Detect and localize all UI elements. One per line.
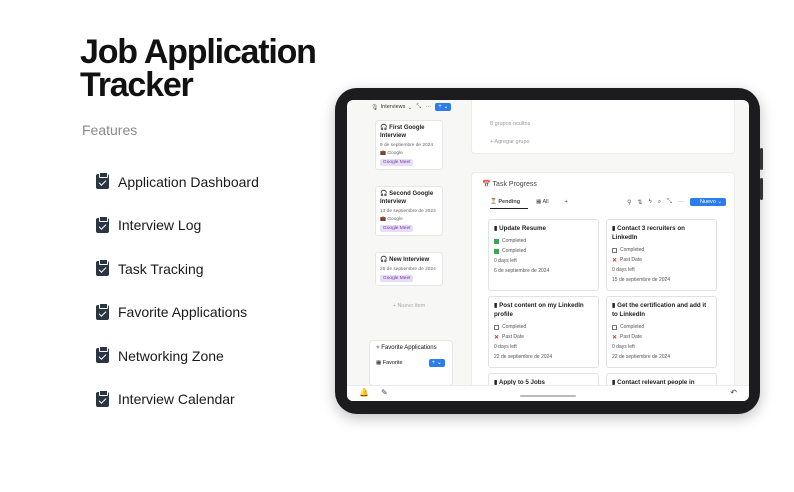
tablet-frame: 🎙 Interviews ⌄ ⤡ ··· + ⌄ 🎧 First Google … bbox=[335, 88, 763, 414]
tab-all[interactable]: ▦ All bbox=[536, 199, 557, 209]
document-icon: ▮ bbox=[494, 225, 498, 232]
volume-button bbox=[760, 178, 763, 200]
task-card[interactable]: ▮ Get the certification and add it to Li… bbox=[606, 296, 717, 368]
new-item-button[interactable]: + Nuevo item bbox=[375, 298, 443, 314]
features-heading: Features bbox=[82, 122, 138, 138]
expand-icon[interactable]: ⤡ bbox=[416, 104, 421, 111]
card-title: Second Google Interview bbox=[380, 191, 434, 205]
headphones-icon: 🎧 bbox=[380, 257, 388, 263]
task-card[interactable]: ▮ Contact 3 recruiters on LinkedIn Compl… bbox=[606, 219, 717, 291]
app-screen: 🎙 Interviews ⌄ ⤡ ··· + ⌄ 🎧 First Google … bbox=[347, 100, 749, 401]
feature-label: Favorite Applications bbox=[118, 304, 248, 321]
microphone-icon: 🎙 bbox=[371, 104, 379, 111]
headphones-icon: 🎧 bbox=[380, 125, 388, 131]
feature-item: Application Dashboard bbox=[96, 160, 259, 204]
add-group-button[interactable]: + Agregar grupo bbox=[490, 139, 530, 145]
card-date: 9 de septiembre de 2024 bbox=[380, 143, 434, 148]
meeting-tag: Google Meet bbox=[380, 225, 414, 232]
bell-icon[interactable]: 🔔 bbox=[359, 388, 369, 397]
interview-card[interactable]: 🎧 New Interview 25 de septiembre de 2024… bbox=[375, 252, 443, 286]
briefcase-icon: 💼 bbox=[380, 151, 386, 156]
tab-pending[interactable]: ⏳ Pending bbox=[490, 199, 529, 209]
favorite-view-label[interactable]: Favorite bbox=[383, 360, 403, 366]
clipboard-check-icon bbox=[96, 389, 109, 407]
meeting-tag: Google Meet bbox=[380, 275, 414, 282]
document-icon: ▮ bbox=[612, 302, 616, 309]
feature-item: Interview Log bbox=[96, 204, 259, 248]
chevron-down-icon[interactable]: ⌄ bbox=[407, 104, 412, 111]
interview-card[interactable]: 🎧 Second Google Interview 13 de septiemb… bbox=[375, 186, 443, 236]
expand-icon[interactable]: ⤡ bbox=[667, 199, 672, 206]
card-date: 13 de septiembre de 2024 bbox=[380, 209, 436, 214]
checkbox[interactable] bbox=[494, 248, 499, 254]
x-mark-icon: ✕ bbox=[612, 257, 618, 264]
card-company: Google bbox=[387, 151, 403, 156]
card-company: Google bbox=[387, 217, 403, 222]
calendar-icon: 📅 bbox=[482, 181, 491, 188]
more-icon[interactable]: ··· bbox=[425, 104, 431, 110]
edit-icon[interactable]: ✎ bbox=[381, 388, 388, 397]
more-icon[interactable]: ··· bbox=[678, 199, 684, 205]
add-button[interactable]: + ⌄ bbox=[428, 359, 445, 367]
lightning-icon[interactable]: ϟ bbox=[649, 199, 652, 205]
add-view-icon[interactable]: + bbox=[565, 199, 568, 209]
table-icon: ▦ bbox=[376, 360, 382, 366]
sort-icon[interactable]: ⇅ bbox=[638, 199, 643, 206]
feature-item: Interview Calendar bbox=[96, 378, 259, 422]
clipboard-check-icon bbox=[96, 259, 109, 277]
new-task-button[interactable]: Nuevo ⌄ bbox=[689, 198, 726, 206]
feature-label: Interview Calendar bbox=[118, 391, 235, 408]
heart-icon: ♥ bbox=[376, 345, 380, 351]
feature-item: Task Tracking bbox=[96, 247, 259, 291]
home-indicator bbox=[520, 395, 576, 397]
feature-label: Networking Zone bbox=[118, 347, 224, 364]
filter-icon[interactable]: ⚲ bbox=[627, 199, 631, 206]
clipboard-check-icon bbox=[96, 215, 109, 233]
x-mark-icon: ✕ bbox=[612, 334, 618, 341]
clipboard-check-icon bbox=[96, 302, 109, 320]
hero-title: Job Application Tracker bbox=[80, 33, 317, 104]
feature-label: Application Dashboard bbox=[118, 173, 259, 190]
hidden-groups-toggle[interactable]: 8 grupos ocultos bbox=[490, 121, 530, 127]
feature-item: Networking Zone bbox=[96, 334, 259, 378]
hidden-groups-panel: 8 grupos ocultos + Agregar grupo bbox=[471, 100, 735, 154]
headphones-icon: 🎧 bbox=[380, 191, 388, 197]
feature-item: Favorite Applications bbox=[96, 291, 259, 335]
feature-label: Interview Log bbox=[118, 217, 202, 234]
checkbox[interactable] bbox=[612, 247, 617, 253]
task-progress-title: Task Progress bbox=[492, 181, 537, 188]
document-icon: ▮ bbox=[494, 302, 498, 309]
task-card[interactable]: ▮ Update Resume Completed Completed 0 da… bbox=[488, 219, 599, 291]
checkbox[interactable] bbox=[612, 324, 617, 330]
meeting-tag: Google Meet bbox=[380, 159, 414, 166]
undo-icon[interactable]: ↶ bbox=[730, 388, 737, 397]
volume-button bbox=[760, 148, 763, 170]
task-card[interactable]: ▮ Post content on my LinkedIn profile Co… bbox=[488, 296, 599, 368]
document-icon: ▮ bbox=[612, 225, 616, 232]
favorite-title: Favorite Applications bbox=[381, 345, 437, 351]
clipboard-check-icon bbox=[96, 346, 109, 364]
card-title: New Interview bbox=[389, 257, 430, 263]
x-mark-icon: ✕ bbox=[494, 334, 500, 341]
checkbox[interactable] bbox=[494, 238, 499, 244]
card-date: 25 de septiembre de 2024 bbox=[380, 267, 436, 272]
feature-list: Application Dashboard Interview Log Task… bbox=[96, 160, 259, 421]
card-title: First Google Interview bbox=[380, 125, 425, 139]
add-button[interactable]: + ⌄ bbox=[435, 103, 452, 111]
favorite-applications-panel: ♥ Favorite Applications ▦ Favorite + ⌄ bbox=[369, 340, 453, 386]
search-icon[interactable]: ⌕ bbox=[658, 199, 661, 206]
task-progress-panel: 📅 Task Progress ⏳ Pending ▦ All + ⚲ ⇅ ϟ … bbox=[471, 172, 735, 401]
checkbox[interactable] bbox=[494, 324, 499, 330]
clipboard-check-icon bbox=[96, 172, 109, 190]
bottom-toolbar: 🔔 ✎ ↶ bbox=[347, 385, 749, 401]
feature-label: Task Tracking bbox=[118, 260, 204, 277]
interviews-view-label[interactable]: Interviews bbox=[381, 104, 406, 110]
briefcase-icon: 💼 bbox=[380, 217, 386, 222]
interview-card[interactable]: 🎧 First Google Interview 9 de septiembre… bbox=[375, 120, 443, 170]
